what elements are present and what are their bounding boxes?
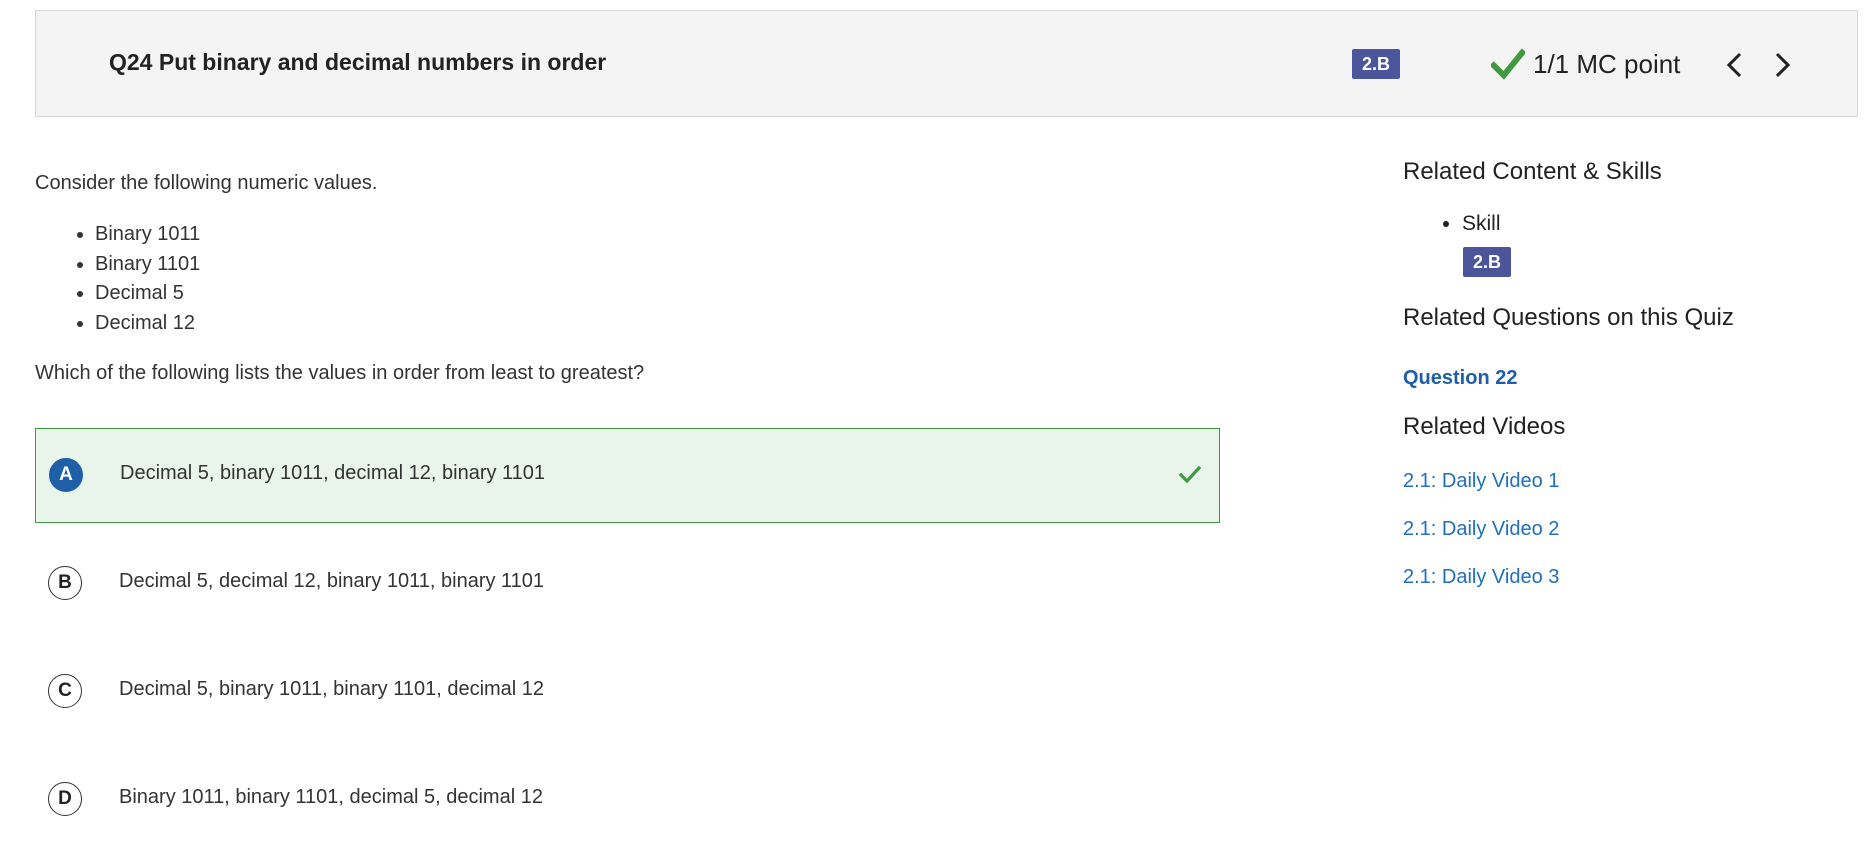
list-item: Decimal 12 — [95, 309, 200, 339]
choice-letter: C — [48, 674, 82, 708]
skill-list: Skill — [1403, 212, 1501, 236]
list-item: Binary 1011 — [95, 220, 200, 250]
choice-text: Decimal 5, decimal 12, binary 1011, bina… — [119, 570, 545, 592]
choice-b[interactable]: B Decimal 5, decimal 12, binary 1011, bi… — [35, 536, 1220, 631]
related-videos-heading: Related Videos — [1403, 413, 1566, 440]
related-question-link[interactable]: Question 22 — [1403, 367, 1517, 390]
related-questions-heading: Related Questions on this Quiz — [1403, 304, 1734, 331]
check-icon — [1491, 48, 1525, 80]
choice-text: Decimal 5, binary 1011, decimal 12, bina… — [120, 462, 546, 484]
chevron-left-icon[interactable] — [1722, 50, 1748, 80]
choice-letter: B — [48, 566, 82, 600]
list-item: Skill — [1462, 212, 1501, 236]
list-item: Binary 1101 — [95, 250, 200, 280]
question-intro: Consider the following numeric values. — [35, 172, 378, 194]
choice-text: Decimal 5, binary 1011, binary 1101, dec… — [119, 678, 545, 700]
question-title: Q24 Put binary and decimal numbers in or… — [109, 49, 607, 75]
video-link[interactable]: 2.1: Daily Video 2 — [1403, 518, 1559, 541]
choice-text: Binary 1011, binary 1101, decimal 5, dec… — [119, 786, 543, 808]
video-link[interactable]: 2.1: Daily Video 3 — [1403, 566, 1559, 589]
choice-a[interactable]: A Decimal 5, binary 1011, decimal 12, bi… — [35, 428, 1220, 523]
choice-letter: A — [49, 458, 83, 492]
related-content-heading: Related Content & Skills — [1403, 158, 1662, 185]
check-icon — [1178, 465, 1202, 484]
choice-d[interactable]: D Binary 1011, binary 1101, decimal 5, d… — [35, 752, 1220, 847]
question-header: Q24 Put binary and decimal numbers in or… — [35, 10, 1858, 117]
video-link[interactable]: 2.1: Daily Video 1 — [1403, 470, 1559, 493]
choice-letter: D — [48, 782, 82, 816]
question-prompt: Which of the following lists the values … — [35, 362, 645, 384]
skill-badge[interactable]: 2.B — [1352, 49, 1401, 79]
list-item: Decimal 5 — [95, 279, 200, 309]
values-list: Binary 1011 Binary 1101 Decimal 5 Decima… — [35, 220, 200, 338]
score-text: 1/1 MC point — [1533, 49, 1681, 79]
skill-badge[interactable]: 2.B — [1463, 247, 1512, 277]
chevron-right-icon[interactable] — [1769, 50, 1795, 80]
choice-c[interactable]: C Decimal 5, binary 1011, binary 1101, d… — [35, 644, 1220, 739]
